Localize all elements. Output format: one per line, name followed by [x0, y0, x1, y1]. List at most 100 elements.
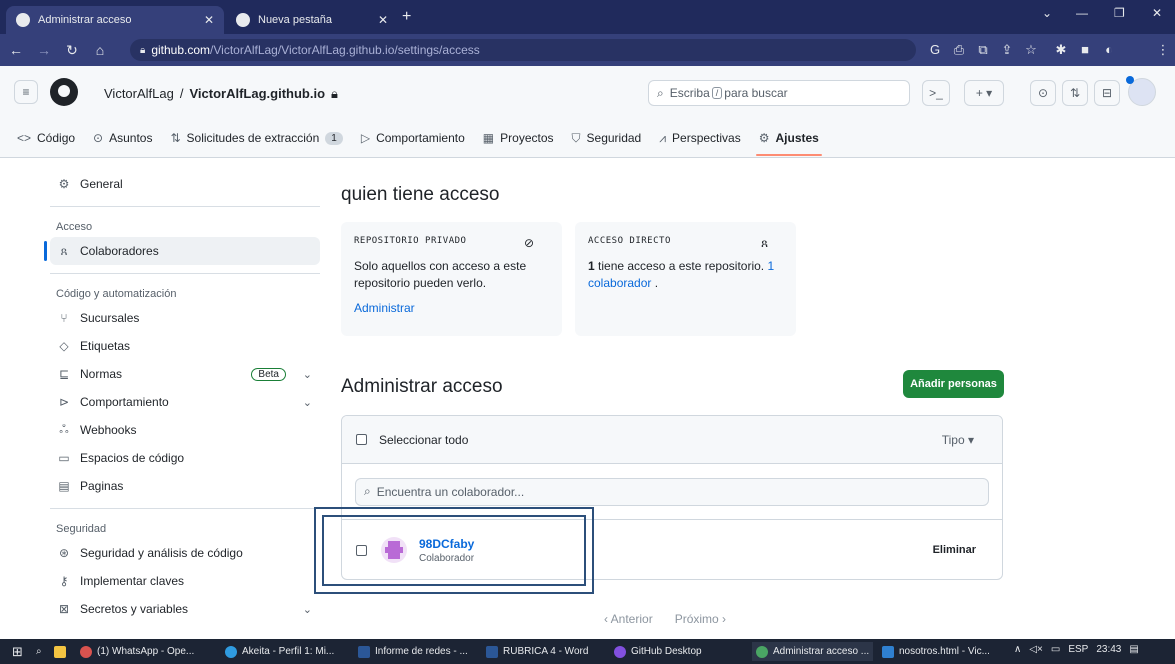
asterisk-icon: ⊠: [58, 602, 70, 616]
sidebar-item-tags[interactable]: ◇ Etiquetas: [50, 332, 320, 360]
address-bar[interactable]: 🔒︎ github.com/VictorAlfLag/VictorAlfLag.…: [130, 39, 916, 61]
search-input[interactable]: ⌕ Escriba / para buscar: [648, 80, 910, 106]
lock-icon[interactable]: 🔒︎: [140, 45, 145, 56]
taskbar-item-github-desktop[interactable]: GitHub Desktop: [614, 642, 702, 661]
collaborator-search-input[interactable]: ⌕ Encuentra un colaborador...: [355, 477, 989, 506]
maximize-button[interactable]: ❐: [1114, 6, 1125, 20]
pull-requests-icon[interactable]: ⇅: [1062, 80, 1088, 106]
manage-visibility-link[interactable]: Administrar: [354, 301, 415, 315]
user-avatar[interactable]: [1126, 76, 1156, 106]
tab-code[interactable]: <> Código: [8, 120, 84, 156]
sidebar-item-pages[interactable]: ▤ Paginas: [50, 472, 320, 500]
owner-link[interactable]: VictorAlfLag: [104, 86, 174, 102]
next-page-button[interactable]: Próximo ›: [675, 612, 726, 626]
menu-kebab-icon[interactable]: ⋮: [1154, 41, 1172, 59]
repo-link[interactable]: VictorAlfLag.github.io: [189, 86, 325, 102]
sidebar-item-label: Etiquetas: [80, 339, 131, 353]
type-filter-dropdown[interactable]: Tipo ▾: [942, 433, 974, 447]
file-explorer-icon[interactable]: [54, 642, 66, 661]
bookmark-star-icon[interactable]: ☆: [1022, 41, 1040, 59]
tab-search-icon[interactable]: ⌄: [1042, 6, 1052, 20]
collaborator-count-link[interactable]: 1: [767, 259, 774, 273]
language-indicator[interactable]: ESP: [1068, 644, 1088, 655]
profile-icon[interactable]: ◐: [1100, 41, 1118, 59]
windows-start-icon[interactable]: ⊞: [12, 642, 23, 661]
tab-insights[interactable]: ⩘ Perspectivas: [650, 120, 749, 156]
share-icon[interactable]: ⇪: [998, 41, 1016, 59]
tab-settings[interactable]: ⚙ Ajustes: [750, 120, 828, 156]
tab-issues[interactable]: ⊙ Asuntos: [84, 120, 161, 156]
select-all-label[interactable]: Seleccionar todo: [379, 433, 468, 447]
sidebar-item-label: Seguridad y análisis de código: [80, 546, 243, 560]
network-icon[interactable]: ▭: [1051, 644, 1060, 655]
code-icon: <>: [17, 131, 32, 145]
rules-icon: ⊑: [58, 367, 70, 381]
taskbar-item-whatsapp[interactable]: (1) WhatsApp - Ope...: [80, 642, 194, 661]
sidebar-item-codespaces[interactable]: ▭ Espacios de código: [50, 444, 320, 472]
minimize-button[interactable]: —: [1076, 6, 1088, 20]
tab-projects[interactable]: ▦ Proyectos: [474, 120, 563, 156]
create-new-button[interactable]: + ▾: [964, 80, 1004, 106]
hamburger-menu-button[interactable]: ≡: [14, 80, 38, 104]
pull-request-icon: ⇅: [170, 131, 181, 145]
home-icon[interactable]: ⌂: [88, 42, 112, 58]
play-icon: ⊳: [58, 395, 70, 409]
sidebar-item-webhooks[interactable]: ஃ Webhooks: [50, 416, 320, 444]
taskbar-item-edge[interactable]: Akeita - Perfil 1: Mi...: [225, 642, 334, 661]
pr-counter: 1: [325, 131, 343, 145]
reload-icon[interactable]: ↻: [60, 42, 84, 59]
tab-pull-requests[interactable]: ⇅ Solicitudes de extracción 1: [161, 120, 351, 156]
tab-label: Seguridad: [586, 131, 642, 145]
browser-tab-active[interactable]: Administrar acceso ✕: [6, 6, 224, 34]
inbox-icon[interactable]: ⊟: [1094, 80, 1120, 106]
taskbar-item-word-report[interactable]: Informe de redes - ...: [358, 642, 468, 661]
issues-icon[interactable]: ⊙: [1030, 80, 1056, 106]
forward-icon[interactable]: →: [32, 42, 56, 58]
chevron-down-icon[interactable]: ⌄: [303, 603, 312, 616]
sidebar-item-rules[interactable]: ⊑ Normas Beta ⌄: [50, 360, 320, 388]
google-icon[interactable]: G: [926, 41, 944, 59]
volume-icon[interactable]: ◁×: [1029, 644, 1043, 655]
taskbar-item-chrome[interactable]: Administrar acceso ...: [752, 642, 874, 661]
github-logo-icon[interactable]: [50, 78, 78, 106]
notifications-icon[interactable]: ▤: [1129, 644, 1138, 655]
taskbar-item-word-rubrica[interactable]: RUBRICA 4 - Word: [486, 642, 588, 661]
tab-actions[interactable]: ▷ Comportamiento: [352, 120, 474, 156]
select-all-checkbox[interactable]: [356, 434, 367, 445]
new-tab-button[interactable]: +: [402, 8, 411, 26]
people-icon: ጸ: [760, 236, 768, 250]
browser-toolbar: ← → ↻ ⌂ 🔒︎ github.com/VictorAlfLag/Victo…: [0, 34, 1175, 66]
chevron-down-icon[interactable]: ⌄: [303, 368, 312, 381]
translate-icon[interactable]: ⧉: [974, 41, 992, 59]
chevron-down-icon[interactable]: ⌄: [303, 396, 312, 409]
page-title: quien tiene acceso: [341, 184, 500, 205]
collaborator-link[interactable]: colaborador: [588, 276, 651, 290]
sidebar-item-deploy-keys[interactable]: ⚷ Implementar claves: [50, 567, 320, 595]
sidebar-item-collaborators[interactable]: ጸ Colaboradores: [44, 237, 320, 265]
add-people-button[interactable]: Añadir personas: [903, 370, 1004, 398]
sidebar-item-code-security[interactable]: ⊛ Seguridad y análisis de código: [50, 539, 320, 567]
side-panel-icon[interactable]: ■: [1076, 41, 1094, 59]
close-window-button[interactable]: ✕: [1152, 6, 1162, 20]
install-icon[interactable]: ⎙: [950, 41, 968, 59]
extensions-icon[interactable]: ✱: [1052, 41, 1070, 59]
sidebar-item-secrets[interactable]: ⊠ Secretos y variables ⌄: [50, 595, 320, 623]
back-icon[interactable]: ←: [4, 42, 28, 58]
sidebar-item-label: General: [80, 177, 123, 191]
sidebar-item-general[interactable]: ⚙ General: [50, 170, 320, 198]
clock[interactable]: 23:43: [1096, 644, 1121, 655]
command-palette-icon[interactable]: >_: [922, 80, 950, 106]
taskbar-item-vscode[interactable]: nosotros.html - Vic...: [882, 642, 990, 661]
close-tab-icon[interactable]: ✕: [204, 13, 214, 27]
search-icon[interactable]: ⌕: [36, 642, 42, 661]
browser-tab-new[interactable]: Nueva pestaña ✕: [226, 6, 398, 34]
divider: [50, 273, 320, 274]
sidebar-item-actions[interactable]: ⊳ Comportamiento ⌄: [50, 388, 320, 416]
remove-button[interactable]: Eliminar: [933, 544, 976, 556]
tab-security[interactable]: ⛉ Seguridad: [563, 120, 651, 156]
close-tab-icon[interactable]: ✕: [378, 13, 388, 27]
previous-page-button[interactable]: ‹ Anterior: [604, 612, 653, 626]
tab-label: Comportamiento: [376, 131, 465, 145]
chevron-up-icon[interactable]: ∧: [1014, 644, 1021, 655]
sidebar-item-branches[interactable]: ⑂ Sucursales: [50, 304, 320, 332]
